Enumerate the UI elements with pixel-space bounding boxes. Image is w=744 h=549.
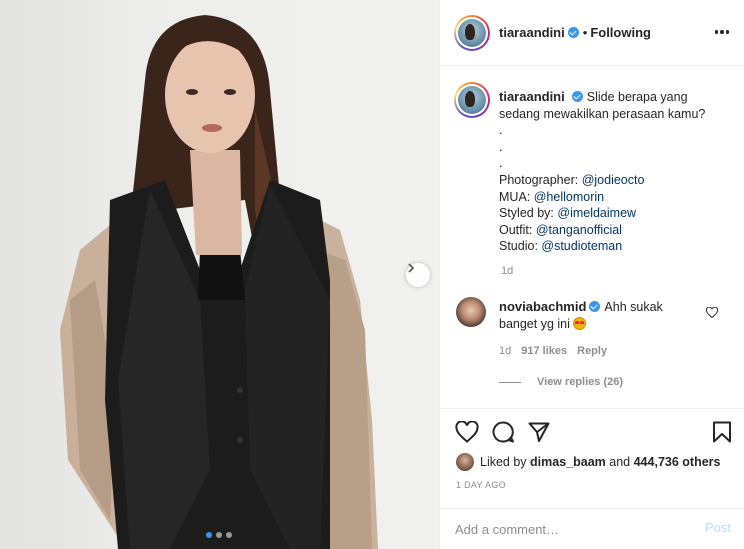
post-photo[interactable]	[0, 0, 439, 549]
comment-heart-icon[interactable]	[706, 307, 718, 318]
caption-username[interactable]: tiaraandini	[499, 89, 565, 104]
credit-label: Studio:	[499, 239, 542, 254]
star-struck-emoji-icon	[573, 316, 587, 330]
separator: •	[582, 25, 588, 40]
heart-icon[interactable]	[455, 421, 479, 443]
credit-label: MUA:	[499, 189, 534, 204]
liked-by-prefix: Liked by	[480, 455, 527, 469]
liker-avatar[interactable]	[456, 453, 474, 471]
liker-username[interactable]: dimas_baam	[530, 455, 606, 469]
carousel-dot	[206, 532, 212, 538]
likes-count[interactable]: 444,736 others	[634, 455, 721, 469]
chevron-right-icon	[408, 263, 415, 273]
comment-meta: 1d 917 likes Reply	[499, 345, 617, 357]
verified-badge-icon	[567, 27, 579, 38]
caption-dot: .	[499, 139, 503, 154]
comment-icon[interactable]	[491, 421, 515, 443]
comment-input[interactable]	[455, 518, 685, 540]
following-button[interactable]: Following	[590, 25, 651, 40]
share-icon[interactable]	[528, 421, 550, 443]
caption-dot: .	[499, 123, 503, 138]
credit-label: Styled by:	[499, 206, 558, 221]
reply-button[interactable]: Reply	[577, 345, 607, 357]
comment-time[interactable]: 1d	[499, 345, 511, 357]
carousel-indicator	[206, 532, 232, 538]
liked-by-middle: and	[609, 455, 631, 469]
post-comment-button[interactable]: Post	[705, 520, 731, 535]
more-options-icon[interactable]	[713, 25, 731, 39]
verified-badge-icon	[589, 301, 601, 312]
next-slide-button[interactable]	[406, 263, 430, 287]
author-username[interactable]: tiaraandini	[499, 25, 565, 40]
credit-label: Outfit:	[499, 222, 536, 237]
credit-link[interactable]: @tanganofficial	[536, 223, 622, 237]
instagram-post-modal: tiaraandini • Following tiaraandini Slide b…	[0, 0, 744, 549]
bookmark-icon[interactable]	[712, 421, 732, 443]
caption-dot: .	[499, 156, 503, 171]
caption-time[interactable]: 1d	[501, 265, 513, 277]
credit-link[interactable]: @jodieocto	[582, 173, 645, 187]
add-comment-bar: Post	[440, 508, 744, 549]
comment-likes[interactable]: 917 likes	[521, 345, 567, 357]
credit-link[interactable]: @hellomorin	[534, 190, 604, 204]
caption-avatar[interactable]	[454, 82, 490, 118]
carousel-dot	[216, 532, 222, 538]
comments-section: tiaraandini Slide berapa yang sedang mewa…	[440, 66, 744, 406]
credit-link[interactable]: @studioteman	[541, 239, 622, 253]
view-replies-button[interactable]: View replies (26)	[499, 376, 623, 388]
verified-badge-icon	[571, 91, 583, 102]
credit-label: Photographer:	[499, 172, 582, 187]
post-date[interactable]: 1 DAY AGO	[456, 480, 506, 490]
photo-illustration	[60, 15, 378, 549]
commenter-avatar[interactable]	[456, 297, 486, 327]
author-line: tiaraandini • Following	[499, 25, 651, 40]
view-replies-label: View replies (26)	[537, 376, 624, 388]
divider	[499, 381, 521, 383]
likes-summary: Liked by dimas_baam and 444,736 others	[456, 453, 720, 471]
carousel-dot	[226, 532, 232, 538]
credit-link[interactable]: @imeldaimew	[557, 206, 636, 220]
caption-text: tiaraandini Slide berapa yang sedang mewa…	[499, 89, 729, 255]
post-side-panel: tiaraandini • Following tiaraandini Slide b…	[439, 0, 744, 549]
commenter-username[interactable]: noviabachmid	[499, 299, 586, 314]
comment-text: noviabachmid Ahh sukak banget yg ini	[499, 299, 699, 332]
author-avatar[interactable]	[454, 15, 490, 51]
post-actions: Liked by dimas_baam and 444,736 others 1…	[440, 408, 744, 508]
post-header: tiaraandini • Following	[440, 0, 744, 66]
